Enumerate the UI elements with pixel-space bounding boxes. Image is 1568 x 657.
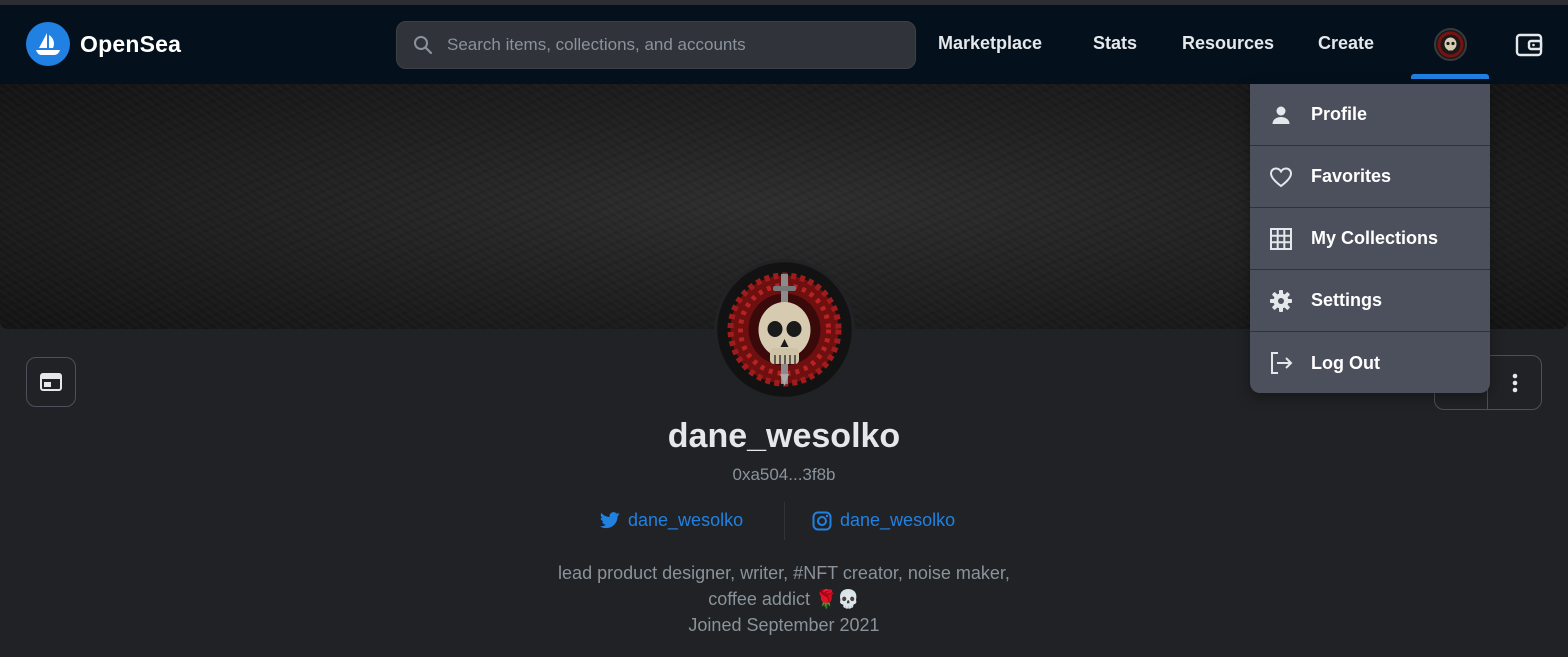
twitter-icon xyxy=(600,512,620,529)
social-divider xyxy=(784,502,785,540)
nav-marketplace[interactable]: Marketplace xyxy=(938,33,1042,54)
menu-item-label: Settings xyxy=(1311,290,1383,310)
menu-item-label: Favorites xyxy=(1311,166,1392,186)
account-dropdown-menu: Profile Favorites My Collections Setting… xyxy=(1250,84,1490,393)
more-options-button[interactable] xyxy=(1488,356,1541,409)
bio-line: lead product designer, writer, #NFT crea… xyxy=(558,563,1010,583)
opensea-logo-icon xyxy=(26,22,70,66)
more-vertical-icon xyxy=(1512,373,1517,392)
brand-name: OpenSea xyxy=(80,30,182,57)
gear-icon xyxy=(1268,288,1294,314)
twitter-link[interactable]: dane_wesolko xyxy=(600,510,743,531)
profile-username: dane_wesolko xyxy=(667,417,901,455)
profile-bio: lead product designer, writer, #NFT crea… xyxy=(0,560,1568,638)
menu-item-my-collections[interactable]: My Collections xyxy=(1250,208,1490,270)
logout-icon xyxy=(1268,350,1294,376)
nav-create[interactable]: Create xyxy=(1318,33,1374,54)
joined-date: Joined September 2021 xyxy=(688,615,880,635)
skull-avatar-icon xyxy=(717,262,852,397)
heart-icon xyxy=(1268,164,1294,190)
instagram-icon xyxy=(812,511,832,530)
browser-layout-icon xyxy=(40,373,62,391)
grid-icon xyxy=(1268,226,1294,252)
bio-line: coffee addict 🌹💀 xyxy=(708,589,860,609)
account-avatar-button[interactable] xyxy=(1434,28,1467,61)
search-input[interactable] xyxy=(447,35,887,55)
search-bar[interactable] xyxy=(396,21,916,69)
instagram-link[interactable]: dane_wesolko xyxy=(812,510,955,531)
nav-stats[interactable]: Stats xyxy=(1093,33,1137,54)
menu-item-profile[interactable]: Profile xyxy=(1250,84,1490,146)
wallet-address[interactable]: 0xa504...3f8b xyxy=(0,465,1568,485)
banner-layout-button[interactable] xyxy=(26,357,76,407)
instagram-handle: dane_wesolko xyxy=(840,510,956,530)
nav-resources[interactable]: Resources xyxy=(1182,33,1274,54)
skull-avatar-icon xyxy=(1437,31,1464,58)
search-icon xyxy=(414,36,433,55)
top-navigation-bar: OpenSea Marketplace Stats Resources Crea… xyxy=(0,5,1568,84)
twitter-handle: dane_wesolko xyxy=(628,510,744,530)
menu-item-label: Profile xyxy=(1311,104,1368,124)
menu-item-log-out[interactable]: Log Out xyxy=(1250,332,1490,394)
social-links: dane_wesolko dane_wesolko xyxy=(0,502,1568,540)
menu-item-label: My Collections xyxy=(1311,228,1439,248)
wallet-icon[interactable] xyxy=(1514,30,1544,60)
person-icon xyxy=(1268,102,1294,128)
menu-item-settings[interactable]: Settings xyxy=(1250,270,1490,332)
menu-item-favorites[interactable]: Favorites xyxy=(1250,146,1490,208)
menu-item-label: Log Out xyxy=(1311,352,1380,373)
active-nav-indicator xyxy=(1411,74,1489,79)
profile-avatar xyxy=(714,259,855,400)
brand-logo-link[interactable]: OpenSea xyxy=(26,22,181,66)
